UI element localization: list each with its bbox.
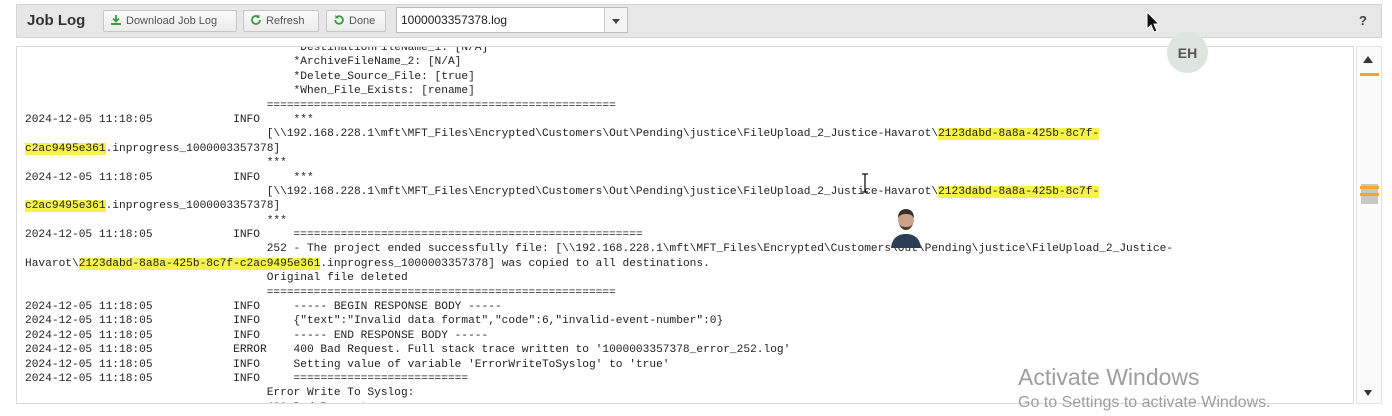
log-text-segment: 2024-12-05 11:18:05 INFO Setting value o… [25,358,670,371]
log-line: c2ac9495e361.inprogress_1000003357378] [25,142,1173,156]
refresh-button[interactable]: Refresh [243,10,319,32]
log-text-segment: ========================================… [25,99,616,112]
log-text-segment: *Delete_Source_File: [true] [25,70,475,83]
log-text-segment: 2024-12-05 11:18:05 INFO ----- END RESPO… [25,329,489,342]
undo-icon [333,14,345,29]
log-file-select[interactable] [396,7,628,33]
log-content: *DestinationFileName_1: [N/A] *ArchiveFi… [25,46,1173,403]
log-line: ========================================… [25,99,1173,113]
log-text-segment: 2024-12-05 11:18:05 INFO *** [25,113,314,126]
watermark-title: Activate Windows [1018,364,1200,390]
scroll-highlight-marker [1360,186,1379,189]
help-button[interactable]: ? [1359,13,1367,28]
log-line: *DestinationFileName_1: [N/A] [25,46,1173,55]
refresh-icon [250,14,262,29]
log-viewer[interactable]: *DestinationFileName_1: [N/A] *ArchiveFi… [16,46,1354,404]
log-line: ========================================… [25,286,1173,300]
log-line: 2024-12-05 11:18:05 INFO ===============… [25,228,1173,242]
download-job-log-button[interactable]: Download Job Log [103,10,237,32]
log-text-segment: .inprogress_1000003357378] was copied to… [320,257,710,270]
log-line: 2024-12-05 11:18:05 INFO Setting value o… [25,358,1173,372]
log-text-segment: .inprogress_1000003357378] [105,142,281,155]
log-line: *** [25,156,1173,170]
webcam-overlay [889,206,923,248]
log-line: 2024-12-05 11:18:05 INFO ----- BEGIN RES… [25,300,1173,314]
highlighted-guid: c2ac9495e361 [25,200,106,213]
scroll-highlight-marker [1360,73,1379,76]
download-icon [110,14,122,29]
log-line: 2024-12-05 11:18:05 INFO {"text":"Invali… [25,314,1173,328]
log-text-segment: .inprogress_1000003357378] [105,200,281,213]
windows-activation-watermark: Activate Windows Go to Settings to activ… [1018,366,1271,411]
log-text-segment: Havarot\ [25,257,79,270]
done-label: Done [349,15,376,27]
download-label: Download Job Log [126,15,218,27]
watermark-subtitle: Go to Settings to activate Windows. [1018,394,1271,411]
scroll-highlight-marker [1360,193,1379,196]
log-text-segment: Original file deleted [25,272,408,285]
log-text-segment: Error Write To Syslog: [25,387,415,400]
dropdown-toggle[interactable] [604,8,627,32]
log-text-segment: 2024-12-05 11:18:05 INFO *** [25,171,314,184]
log-line: *Delete_Source_File: [true] [25,70,1173,84]
log-text-segment: *ArchiveFileName_2: [N/A] [25,56,462,69]
log-text-segment: *** [25,214,287,227]
highlighted-guid: 2123dabd-8a8a-425b-8c7f-c2ac9495e361 [78,257,321,270]
log-line: 2024-12-05 11:18:05 INFO ----- END RESPO… [25,329,1173,343]
log-text-segment: 2024-12-05 11:18:05 INFO {"text":"Invali… [25,315,724,328]
highlighted-guid: 2123dabd-8a8a-425b-8c7f- [938,128,1100,141]
log-text-segment: ========================================… [25,286,616,299]
log-text-segment: 400 Bad Request [25,402,368,403]
log-line: 2024-12-05 11:18:05 INFO ===============… [25,372,1173,386]
vertical-scrollbar[interactable] [1356,46,1382,404]
log-line: Original file deleted [25,271,1173,285]
text-cursor-icon [860,173,870,198]
log-text-segment: *** [25,157,287,170]
log-text-segment: *When_File_Exists: [rename] [25,85,475,98]
highlighted-guid: 2123dabd-8a8a-425b-8c7f- [938,185,1100,198]
highlighted-guid: c2ac9495e361 [25,142,106,155]
log-line: [\\192.168.228.1\mft\MFT_Files\Encrypted… [25,127,1173,141]
scroll-down-icon[interactable] [1364,390,1372,396]
log-text-segment: 2024-12-05 11:18:05 INFO ----- BEGIN RES… [25,301,502,314]
refresh-label: Refresh [266,15,305,27]
log-text-segment: 252 - The project ended successfully fil… [25,243,1174,256]
log-line: 400 Bad Request [25,401,1173,403]
log-line: *ArchiveFileName_2: [N/A] [25,55,1173,69]
log-text-segment: [\\192.168.228.1\mft\MFT_Files\Encrypted… [25,128,939,141]
log-line: *** [25,214,1173,228]
toolbar-title: Job Log [27,12,86,29]
job-log-toolbar: Job Log Download Job Log Refresh Done ? [16,4,1382,38]
log-line: c2ac9495e361.inprogress_1000003357378] [25,199,1173,213]
mouse-pointer-icon [1146,10,1161,38]
scroll-up-icon[interactable] [1363,56,1373,63]
log-line: *When_File_Exists: [rename] [25,84,1173,98]
log-text-segment: 2024-12-05 11:18:05 INFO ===============… [25,229,643,242]
log-text-segment: *DestinationFileName_1: [N/A] [25,46,489,54]
log-line: Havarot\2123dabd-8a8a-425b-8c7f-c2ac9495… [25,257,1173,271]
chevron-down-icon [612,11,620,29]
log-line: [\\192.168.228.1\mft\MFT_Files\Encrypted… [25,185,1173,199]
log-text-segment: 2024-12-05 11:18:05 ERROR 400 Bad Reques… [25,344,791,357]
log-line: Error Write To Syslog: [25,386,1173,400]
log-text-segment: [\\192.168.228.1\mft\MFT_Files\Encrypted… [25,185,939,198]
log-line: 252 - The project ended successfully fil… [25,242,1173,256]
log-text-segment: 2024-12-05 11:18:05 INFO ===============… [25,372,469,385]
log-line: 2024-12-05 11:18:05 INFO *** [25,171,1173,185]
user-avatar[interactable]: EH [1167,32,1208,73]
log-line: 2024-12-05 11:18:05 ERROR 400 Bad Reques… [25,343,1173,357]
done-button[interactable]: Done [326,10,386,32]
log-line: 2024-12-05 11:18:05 INFO *** [25,113,1173,127]
log-file-input[interactable] [397,8,605,32]
